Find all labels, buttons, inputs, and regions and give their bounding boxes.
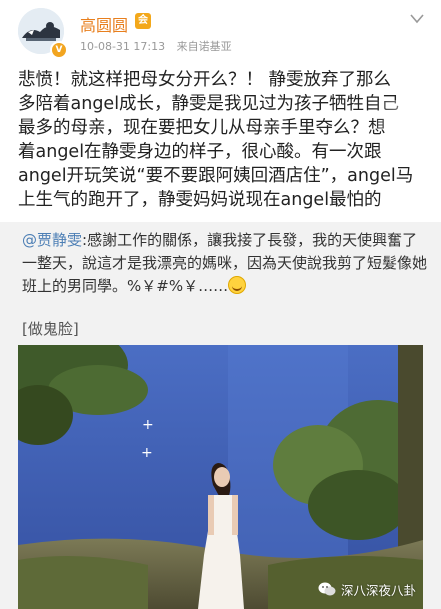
svg-text:+: + [142, 417, 154, 433]
emoji-tag: [做鬼脸] [22, 320, 79, 338]
username[interactable]: 高圆圆 [80, 12, 128, 36]
post-meta: 10-08-31 17:13 来自诺基亚 [80, 38, 240, 54]
post-source[interactable]: 来自诺基亚 [177, 40, 232, 53]
repost-body: :感謝工作的關係，讓我接了長發，我的天使興奮了一整天，說這才是我漂亮的媽咪，因為… [22, 231, 428, 295]
post-header: V 高圆圆 会 10-08-31 17:13 来自诺基亚 [0, 0, 441, 62]
post-body: 悲愤！就这样把母女分开么？！ 静雯放弃了那么 多陪着angel成长，静雯是我见过为… [18, 68, 438, 212]
vip-badge-icon: 会 [135, 13, 151, 29]
watermark: 深八深夜八卦 [318, 578, 416, 600]
repost-photo[interactable]: + + [18, 345, 423, 609]
post-line: 上生气的跑开了，静雯妈妈说现在angel最怕的 [18, 190, 382, 210]
wechat-icon [318, 582, 336, 596]
svg-text:+: + [141, 445, 153, 461]
repost-text: @贾静雯:感謝工作的關係，讓我接了長發，我的天使興奮了一整天，說這才是我漂亮的媽… [22, 229, 432, 298]
verified-badge: V [50, 41, 68, 59]
text-fade-overlay [372, 100, 441, 130]
post-line: 悲愤！就这样把母女分开么？！ 静雯放弃了那么 [18, 70, 392, 90]
grin-emoji-icon [228, 276, 247, 294]
post-line: 着angel在静雯身边的样子，很心酸。有一次跟 [18, 142, 382, 162]
post-line: angel开玩笑说“要不要跟阿姨回酒店住”，angel马 [18, 166, 414, 186]
chevron-down-icon[interactable] [409, 12, 425, 26]
post-timestamp: 10-08-31 17:13 [80, 40, 166, 53]
repost-card[interactable]: @贾静雯:感謝工作的關係，讓我接了長發，我的天使興奮了一整天，說這才是我漂亮的媽… [0, 222, 441, 609]
photo-scene: + + [18, 345, 423, 609]
mention-link[interactable]: @贾静雯 [22, 231, 82, 249]
watermark-text: 深八深夜八卦 [341, 582, 417, 598]
